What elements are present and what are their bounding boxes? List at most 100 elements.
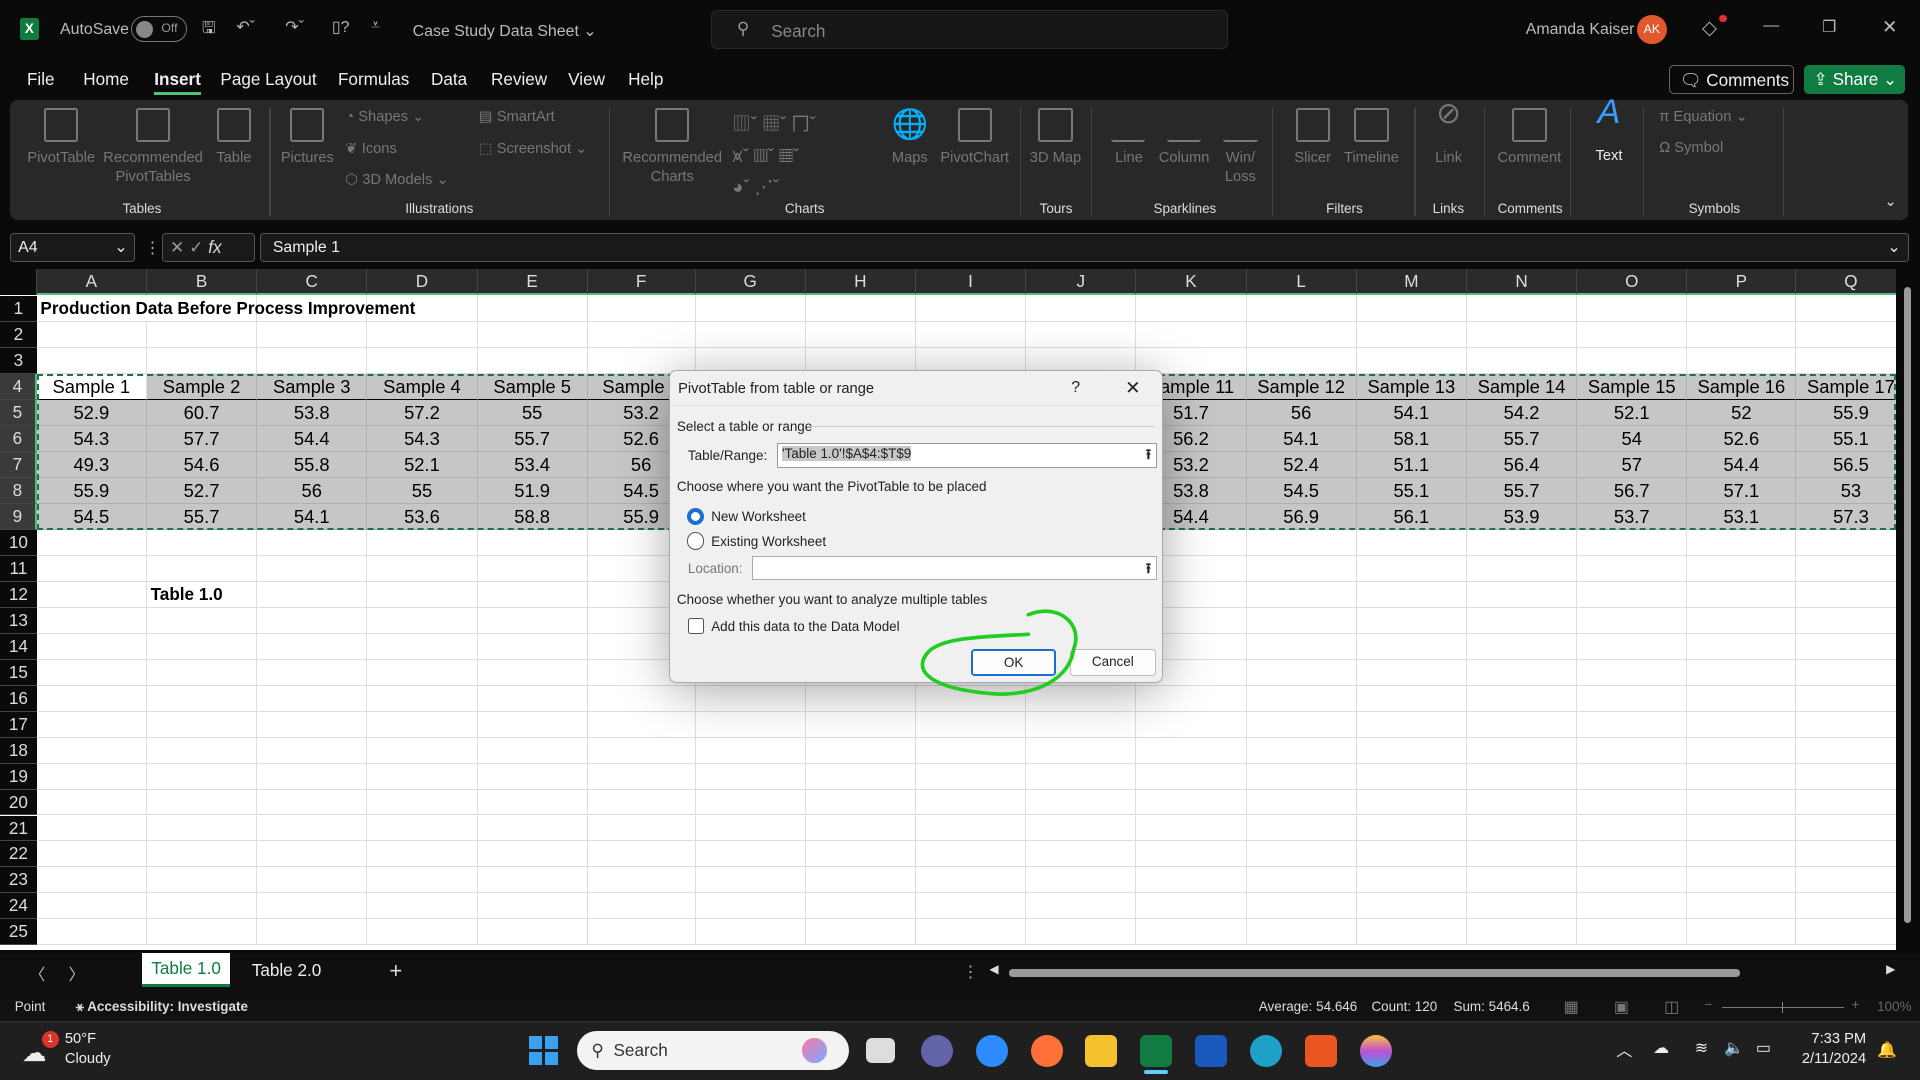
- table-cell[interactable]: 53.7: [1577, 503, 1688, 530]
- table-header-cell[interactable]: Sample 1: [36, 374, 147, 401]
- cell[interactable]: [1466, 607, 1578, 634]
- cell[interactable]: [1026, 841, 1137, 868]
- sheet-tab-table-1[interactable]: Table 1.0: [142, 952, 231, 987]
- row-header-3[interactable]: 3: [0, 348, 37, 375]
- cell[interactable]: [1026, 711, 1137, 738]
- cell[interactable]: [367, 815, 478, 842]
- cell[interactable]: [805, 815, 916, 842]
- cell[interactable]: [695, 711, 806, 738]
- cell[interactable]: [36, 529, 147, 556]
- cell[interactable]: [1466, 348, 1578, 375]
- cell[interactable]: [1577, 685, 1688, 712]
- cell[interactable]: [257, 789, 368, 816]
- cell[interactable]: [915, 296, 1027, 323]
- cell[interactable]: [1577, 763, 1688, 790]
- cell[interactable]: [1796, 841, 1896, 868]
- cell[interactable]: [695, 763, 806, 790]
- cell[interactable]: [1577, 581, 1688, 608]
- row-header-22[interactable]: 22: [0, 841, 37, 868]
- cell[interactable]: [1687, 737, 1797, 764]
- row-header-24[interactable]: 24: [0, 893, 37, 920]
- cell[interactable]: [257, 685, 368, 712]
- cell[interactable]: [1687, 789, 1797, 816]
- cell[interactable]: [477, 529, 588, 556]
- cell[interactable]: [367, 737, 478, 764]
- cell[interactable]: [1577, 867, 1688, 894]
- cell[interactable]: [1356, 841, 1467, 868]
- cell[interactable]: [477, 867, 588, 894]
- cell[interactable]: [477, 607, 588, 634]
- table-cell[interactable]: 51.9: [477, 478, 588, 504]
- cell[interactable]: [1356, 815, 1467, 842]
- table-cell[interactable]: 52: [1687, 400, 1797, 427]
- cell[interactable]: [367, 789, 478, 816]
- formula-input[interactable]: Sample 1 ⌄: [259, 232, 1909, 263]
- cell[interactable]: [1136, 685, 1247, 712]
- cell[interactable]: [1687, 685, 1797, 712]
- cell[interactable]: [1687, 893, 1797, 920]
- cell[interactable]: [1246, 815, 1357, 842]
- cell[interactable]: [257, 815, 368, 842]
- data-model-checkbox[interactable]: [687, 618, 704, 635]
- row-header-23[interactable]: 23: [0, 867, 37, 894]
- cell[interactable]: [367, 581, 478, 608]
- location-input[interactable]: ⭱: [751, 555, 1157, 583]
- table-cell[interactable]: 52.1: [1577, 400, 1688, 427]
- cell[interactable]: [805, 841, 916, 868]
- collapse-location-icon[interactable]: ⭱: [1146, 558, 1151, 583]
- cell[interactable]: [1466, 711, 1578, 738]
- table-cell[interactable]: 54.6: [146, 452, 258, 479]
- cell[interactable]: [1687, 867, 1797, 894]
- cell[interactable]: [695, 867, 806, 894]
- cell[interactable]: [36, 633, 147, 660]
- table-cell[interactable]: 56: [1246, 400, 1357, 427]
- cell[interactable]: [1466, 581, 1578, 608]
- table-header-cell[interactable]: Sample 5: [477, 374, 588, 401]
- comments-button[interactable]: 🗨 Comments: [1668, 64, 1794, 95]
- cell[interactable]: [36, 348, 147, 375]
- table-cell[interactable]: 54.4: [1687, 452, 1797, 479]
- cell[interactable]: [1466, 529, 1578, 556]
- cell[interactable]: [805, 893, 916, 920]
- timeline-button[interactable]: Timeline: [1340, 149, 1404, 167]
- cell[interactable]: [146, 815, 258, 842]
- cell[interactable]: [1246, 555, 1357, 582]
- table-cell[interactable]: 53: [1796, 478, 1896, 504]
- cell[interactable]: [1796, 919, 1896, 946]
- radio-new-label[interactable]: New Worksheet: [711, 509, 806, 524]
- cell[interactable]: [367, 659, 478, 686]
- cell[interactable]: [36, 685, 147, 712]
- cell[interactable]: [805, 867, 916, 894]
- cell[interactable]: [1356, 867, 1467, 894]
- page-break-view-icon[interactable]: ◫: [1664, 997, 1679, 1017]
- document-title[interactable]: Case Study Data Sheet ⌄: [413, 21, 597, 41]
- slicer-button[interactable]: Slicer: [1286, 149, 1340, 167]
- cell[interactable]: [36, 893, 147, 920]
- cell[interactable]: [1466, 841, 1578, 868]
- chart-type-buttons[interactable]: ▥ˇ ▦ˇ ⼌ˇ ⩙ˇ ▥ˇ ▦ˇ ◕ˇ ⋰ˇ: [732, 108, 816, 204]
- radio-existing-worksheet[interactable]: [686, 532, 704, 550]
- cell[interactable]: [146, 348, 258, 375]
- table-cell[interactable]: 58.1: [1356, 426, 1467, 453]
- row-header-6[interactable]: 6: [0, 426, 37, 453]
- row-header-17[interactable]: 17: [0, 711, 37, 738]
- cell[interactable]: [1687, 555, 1797, 582]
- cell[interactable]: [1356, 529, 1467, 556]
- cell[interactable]: [805, 919, 916, 946]
- column-header-M[interactable]: M: [1356, 269, 1467, 296]
- cell[interactable]: [36, 555, 147, 582]
- add-sheet-button[interactable]: +: [389, 958, 402, 984]
- notifications-bell-icon[interactable]: 🔔: [1877, 1040, 1897, 1060]
- cell[interactable]: [477, 763, 588, 790]
- 3d-map-button[interactable]: 3D Map: [1029, 149, 1083, 167]
- cell[interactable]: [915, 789, 1027, 816]
- cell[interactable]: [367, 893, 478, 920]
- cell[interactable]: [257, 711, 368, 738]
- name-box[interactable]: A4 ⌄: [9, 232, 135, 263]
- cell[interactable]: [1356, 711, 1467, 738]
- cell[interactable]: [257, 322, 368, 349]
- cell[interactable]: [915, 893, 1027, 920]
- cell[interactable]: [1466, 919, 1578, 946]
- table-cell[interactable]: 52.7: [146, 478, 258, 504]
- column-sparkline-button[interactable]: Column: [1156, 149, 1212, 167]
